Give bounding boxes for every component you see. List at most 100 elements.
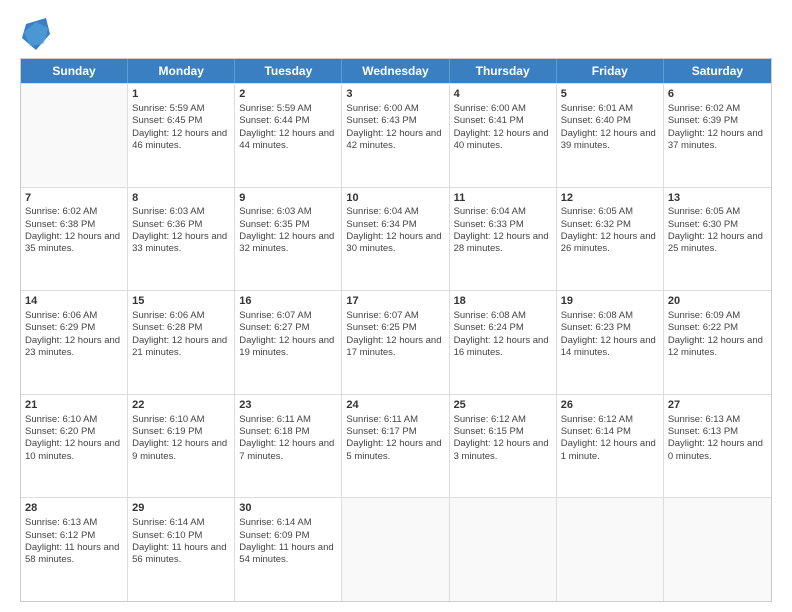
day-info: Sunrise: 5:59 AMSunset: 6:45 PMDaylight:… <box>132 103 230 152</box>
day-info: Sunrise: 6:14 AMSunset: 6:10 PMDaylight:… <box>132 517 230 566</box>
calendar-cell-14: 14Sunrise: 6:06 AMSunset: 6:29 PMDayligh… <box>21 291 128 394</box>
calendar-cell-4: 4Sunrise: 6:00 AMSunset: 6:41 PMDaylight… <box>450 84 557 187</box>
calendar-cell-23: 23Sunrise: 6:11 AMSunset: 6:18 PMDayligh… <box>235 395 342 498</box>
calendar-cell-9: 9Sunrise: 6:03 AMSunset: 6:35 PMDaylight… <box>235 188 342 291</box>
day-number: 19 <box>561 294 659 309</box>
day-info: Sunrise: 6:10 AMSunset: 6:19 PMDaylight:… <box>132 414 230 463</box>
day-info: Sunrise: 6:11 AMSunset: 6:18 PMDaylight:… <box>239 414 337 463</box>
calendar-cell-13: 13Sunrise: 6:05 AMSunset: 6:30 PMDayligh… <box>664 188 771 291</box>
day-number: 22 <box>132 398 230 413</box>
calendar-cell-25: 25Sunrise: 6:12 AMSunset: 6:15 PMDayligh… <box>450 395 557 498</box>
day-info: Sunrise: 6:05 AMSunset: 6:32 PMDaylight:… <box>561 206 659 255</box>
day-info: Sunrise: 6:02 AMSunset: 6:39 PMDaylight:… <box>668 103 767 152</box>
day-number: 26 <box>561 398 659 413</box>
day-info: Sunrise: 6:10 AMSunset: 6:20 PMDaylight:… <box>25 414 123 463</box>
calendar-cell-2: 2Sunrise: 5:59 AMSunset: 6:44 PMDaylight… <box>235 84 342 187</box>
header-day-tuesday: Tuesday <box>235 59 342 83</box>
day-number: 6 <box>668 87 767 102</box>
day-info: Sunrise: 6:02 AMSunset: 6:38 PMDaylight:… <box>25 206 123 255</box>
day-number: 8 <box>132 191 230 206</box>
day-number: 14 <box>25 294 123 309</box>
day-info: Sunrise: 6:12 AMSunset: 6:14 PMDaylight:… <box>561 414 659 463</box>
day-number: 5 <box>561 87 659 102</box>
day-info: Sunrise: 6:11 AMSunset: 6:17 PMDaylight:… <box>346 414 444 463</box>
header-day-saturday: Saturday <box>664 59 771 83</box>
calendar-cell-8: 8Sunrise: 6:03 AMSunset: 6:36 PMDaylight… <box>128 188 235 291</box>
day-number: 1 <box>132 87 230 102</box>
day-info: Sunrise: 6:00 AMSunset: 6:41 PMDaylight:… <box>454 103 552 152</box>
calendar-cell-26: 26Sunrise: 6:12 AMSunset: 6:14 PMDayligh… <box>557 395 664 498</box>
calendar-body: 1Sunrise: 5:59 AMSunset: 6:45 PMDaylight… <box>21 83 771 601</box>
calendar-cell-empty <box>664 498 771 601</box>
calendar-cell-empty <box>342 498 449 601</box>
calendar-row-2: 7Sunrise: 6:02 AMSunset: 6:38 PMDaylight… <box>21 187 771 291</box>
calendar-cell-22: 22Sunrise: 6:10 AMSunset: 6:19 PMDayligh… <box>128 395 235 498</box>
day-number: 15 <box>132 294 230 309</box>
day-info: Sunrise: 6:14 AMSunset: 6:09 PMDaylight:… <box>239 517 337 566</box>
calendar-row-4: 21Sunrise: 6:10 AMSunset: 6:20 PMDayligh… <box>21 394 771 498</box>
day-number: 7 <box>25 191 123 206</box>
day-number: 4 <box>454 87 552 102</box>
calendar-header: SundayMondayTuesdayWednesdayThursdayFrid… <box>21 59 771 83</box>
calendar-cell-29: 29Sunrise: 6:14 AMSunset: 6:10 PMDayligh… <box>128 498 235 601</box>
day-info: Sunrise: 6:03 AMSunset: 6:36 PMDaylight:… <box>132 206 230 255</box>
day-number: 18 <box>454 294 552 309</box>
calendar-cell-21: 21Sunrise: 6:10 AMSunset: 6:20 PMDayligh… <box>21 395 128 498</box>
header-day-friday: Friday <box>557 59 664 83</box>
day-number: 3 <box>346 87 444 102</box>
day-info: Sunrise: 6:08 AMSunset: 6:24 PMDaylight:… <box>454 310 552 359</box>
day-info: Sunrise: 6:06 AMSunset: 6:29 PMDaylight:… <box>25 310 123 359</box>
day-number: 2 <box>239 87 337 102</box>
calendar-row-3: 14Sunrise: 6:06 AMSunset: 6:29 PMDayligh… <box>21 290 771 394</box>
calendar-cell-30: 30Sunrise: 6:14 AMSunset: 6:09 PMDayligh… <box>235 498 342 601</box>
calendar-row-5: 28Sunrise: 6:13 AMSunset: 6:12 PMDayligh… <box>21 497 771 601</box>
calendar-cell-15: 15Sunrise: 6:06 AMSunset: 6:28 PMDayligh… <box>128 291 235 394</box>
calendar-cell-16: 16Sunrise: 6:07 AMSunset: 6:27 PMDayligh… <box>235 291 342 394</box>
day-number: 17 <box>346 294 444 309</box>
logo-icon <box>22 18 50 50</box>
day-number: 20 <box>668 294 767 309</box>
day-info: Sunrise: 6:05 AMSunset: 6:30 PMDaylight:… <box>668 206 767 255</box>
calendar-cell-24: 24Sunrise: 6:11 AMSunset: 6:17 PMDayligh… <box>342 395 449 498</box>
day-number: 12 <box>561 191 659 206</box>
day-info: Sunrise: 6:01 AMSunset: 6:40 PMDaylight:… <box>561 103 659 152</box>
calendar-cell-20: 20Sunrise: 6:09 AMSunset: 6:22 PMDayligh… <box>664 291 771 394</box>
calendar-cell-12: 12Sunrise: 6:05 AMSunset: 6:32 PMDayligh… <box>557 188 664 291</box>
day-info: Sunrise: 6:12 AMSunset: 6:15 PMDaylight:… <box>454 414 552 463</box>
calendar-cell-empty <box>450 498 557 601</box>
day-number: 10 <box>346 191 444 206</box>
day-info: Sunrise: 6:08 AMSunset: 6:23 PMDaylight:… <box>561 310 659 359</box>
calendar-cell-10: 10Sunrise: 6:04 AMSunset: 6:34 PMDayligh… <box>342 188 449 291</box>
day-number: 16 <box>239 294 337 309</box>
day-number: 28 <box>25 501 123 516</box>
calendar-cell-7: 7Sunrise: 6:02 AMSunset: 6:38 PMDaylight… <box>21 188 128 291</box>
day-info: Sunrise: 6:07 AMSunset: 6:25 PMDaylight:… <box>346 310 444 359</box>
calendar-cell-6: 6Sunrise: 6:02 AMSunset: 6:39 PMDaylight… <box>664 84 771 187</box>
day-info: Sunrise: 6:00 AMSunset: 6:43 PMDaylight:… <box>346 103 444 152</box>
day-number: 24 <box>346 398 444 413</box>
day-info: Sunrise: 6:04 AMSunset: 6:33 PMDaylight:… <box>454 206 552 255</box>
day-info: Sunrise: 6:13 AMSunset: 6:13 PMDaylight:… <box>668 414 767 463</box>
day-number: 13 <box>668 191 767 206</box>
day-info: Sunrise: 6:07 AMSunset: 6:27 PMDaylight:… <box>239 310 337 359</box>
day-number: 21 <box>25 398 123 413</box>
calendar-cell-19: 19Sunrise: 6:08 AMSunset: 6:23 PMDayligh… <box>557 291 664 394</box>
day-info: Sunrise: 6:04 AMSunset: 6:34 PMDaylight:… <box>346 206 444 255</box>
calendar-cell-11: 11Sunrise: 6:04 AMSunset: 6:33 PMDayligh… <box>450 188 557 291</box>
day-info: Sunrise: 6:13 AMSunset: 6:12 PMDaylight:… <box>25 517 123 566</box>
day-info: Sunrise: 6:06 AMSunset: 6:28 PMDaylight:… <box>132 310 230 359</box>
calendar-cell-27: 27Sunrise: 6:13 AMSunset: 6:13 PMDayligh… <box>664 395 771 498</box>
day-info: Sunrise: 6:03 AMSunset: 6:35 PMDaylight:… <box>239 206 337 255</box>
calendar-cell-3: 3Sunrise: 6:00 AMSunset: 6:43 PMDaylight… <box>342 84 449 187</box>
day-number: 25 <box>454 398 552 413</box>
header <box>20 18 772 50</box>
calendar-cell-28: 28Sunrise: 6:13 AMSunset: 6:12 PMDayligh… <box>21 498 128 601</box>
header-day-wednesday: Wednesday <box>342 59 449 83</box>
header-day-monday: Monday <box>128 59 235 83</box>
day-number: 27 <box>668 398 767 413</box>
day-info: Sunrise: 5:59 AMSunset: 6:44 PMDaylight:… <box>239 103 337 152</box>
day-number: 23 <box>239 398 337 413</box>
header-day-sunday: Sunday <box>21 59 128 83</box>
calendar-row-1: 1Sunrise: 5:59 AMSunset: 6:45 PMDaylight… <box>21 83 771 187</box>
day-number: 9 <box>239 191 337 206</box>
